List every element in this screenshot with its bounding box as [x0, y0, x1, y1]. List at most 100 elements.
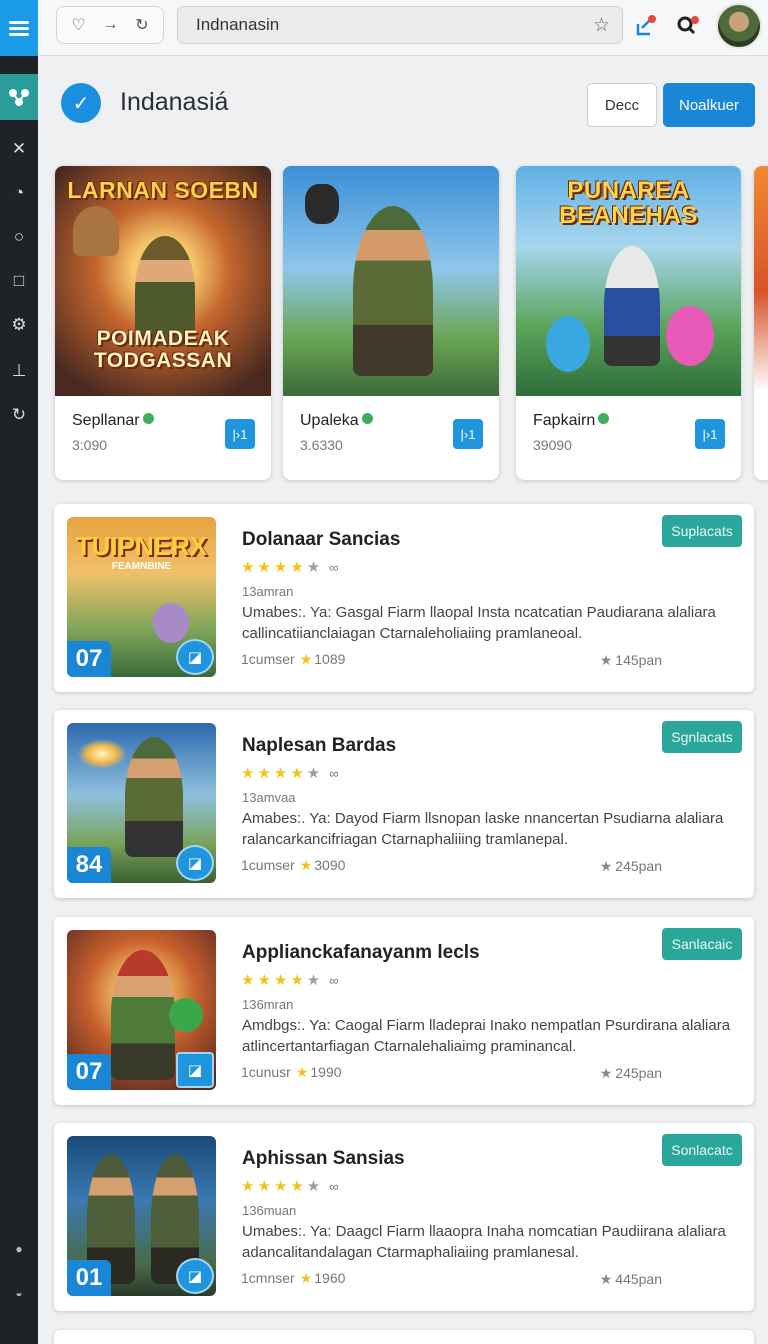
item-meta: 1cumser ★ 3090 [241, 857, 346, 873]
item-thumbnail: 07 ◪ [67, 930, 216, 1090]
item-title[interactable]: Aphissan Sansias [242, 1148, 405, 1170]
browser-toolbar: ♡ → ↻ Indnanasin ☆ [38, 0, 768, 56]
fist-figure [305, 184, 339, 224]
featured-count: 39090 [533, 437, 572, 453]
play-button[interactable]: |›1 [453, 419, 483, 449]
item-description: Umabes:. Ya: Daagcl Fiarm llaaopra Inaha… [242, 1223, 726, 1261]
reload-icon[interactable]: ↻ [135, 15, 148, 35]
featured-card[interactable]: PUNAREA BEANEHAS Fapkairn 39090 |›1 [516, 166, 741, 480]
featured-art [283, 166, 499, 396]
star-icon: ★ [599, 652, 613, 668]
featured-art-title: LARNAN SOEBN [67, 177, 259, 203]
item-title[interactable]: Applianckafanayanm lecls [242, 942, 480, 964]
featured-count: 3:090 [72, 437, 108, 453]
play-button[interactable]: |›1 [695, 419, 725, 449]
item-tag-button[interactable]: Suplacats [662, 515, 742, 547]
trend-chart-icon[interactable]: ◪ [176, 1052, 214, 1088]
rank-badge: 07 [67, 1054, 111, 1090]
item-description: Amdbgs:. Ya: Caogal Fiarm lladeprai Inak… [242, 1017, 731, 1055]
rating-stars: ★★★★★ ∞ [241, 1178, 339, 1195]
page-title: Indanasiá [120, 88, 229, 116]
more-icon: ∞ [329, 766, 339, 781]
item-thumbnail: TUIPNERX FEAMNBINE 07 ◪ [67, 517, 216, 677]
rating-stars: ★★★★★ ∞ [241, 765, 339, 782]
list-item[interactable]: 07 ◪ Applianckafanayanm lecls ★★★★★ ∞ 136… [54, 917, 754, 1105]
rating-stars: ★★★★★ ∞ [241, 972, 339, 989]
featured-count: 3.6330 [300, 437, 343, 453]
item-rating-count: ★ 145pan [599, 652, 662, 668]
share-icon[interactable] [632, 12, 660, 40]
soldier-figure [125, 737, 183, 857]
trend-chart-icon[interactable]: ◪ [176, 639, 214, 675]
item-thumbnail: 84 ◪ [67, 723, 216, 883]
search-notification-icon[interactable] [674, 12, 702, 40]
menu-icon [9, 26, 29, 30]
play-button[interactable]: |›1 [225, 419, 255, 449]
primary-button[interactable]: Noalkuer [663, 83, 755, 127]
share-nodes-icon [9, 89, 29, 106]
list-item[interactable]: 01 ◪ Aphissan Sansias ★★★★★ ∞ 136muan Uma… [54, 1123, 754, 1311]
address-bar[interactable]: Indnanasin ☆ [177, 6, 623, 44]
featured-name: Fapkairn [533, 412, 610, 430]
item-rating-count: ★ 245pan [599, 858, 662, 874]
item-meta: 1cunusr ★ 1990 [241, 1064, 342, 1080]
item-subtitle: 136mran [242, 997, 294, 1012]
featured-card[interactable]: Upaleka 3.6330 |›1 [283, 166, 499, 480]
trend-chart-icon[interactable]: ◪ [176, 845, 214, 881]
trend-chart-icon[interactable]: ◪ [176, 1258, 214, 1294]
menu-button[interactable] [0, 0, 38, 56]
square-icon[interactable]: □ [0, 269, 38, 293]
star-icon: ★ [299, 1270, 313, 1286]
creature-figure [153, 603, 189, 643]
creature-figure [546, 316, 590, 372]
item-title[interactable]: Dolanaar Sancias [242, 529, 400, 551]
user-avatar[interactable] [716, 3, 762, 49]
rank-badge: 84 [67, 847, 111, 883]
circle-icon[interactable]: ○ [0, 225, 38, 249]
shield-figure [169, 998, 203, 1032]
refresh-icon[interactable]: ↻ [0, 403, 38, 427]
dot-icon[interactable]: ● [0, 1237, 38, 1261]
forward-icon[interactable]: → [102, 16, 118, 34]
item-meta: 1cmnser ★ 1960 [241, 1270, 346, 1286]
list-item[interactable]: TUIPNERX FEAMNBINE 07 ◪ Dolanaar Sancias… [54, 504, 754, 692]
verified-icon [598, 413, 610, 424]
item-tag-button[interactable]: Sonlacatc [662, 1134, 742, 1166]
rail-item-active[interactable] [0, 74, 38, 120]
side-rail: ✕ ◔ ○ □ ⚙ ⊥ ↻ ● ◒ [0, 0, 38, 1344]
secondary-button[interactable]: Decc [587, 83, 657, 127]
star-icon[interactable]: ☆ [593, 14, 610, 37]
puzzle-icon[interactable]: ⚙ [0, 313, 38, 337]
list-item[interactable]: 84 ◪ Naplesan Bardas ★★★★★ ∞ 13amvaa Amab… [54, 710, 754, 898]
rating-stars: ★★★★★ ∞ [241, 559, 339, 576]
verified-icon [361, 413, 373, 424]
list-item-peek[interactable] [54, 1330, 754, 1344]
item-rating-count: ★ 445pan [599, 1271, 662, 1287]
item-tag-button[interactable]: Sgnlacats [662, 721, 742, 753]
rank-badge: 07 [67, 641, 111, 677]
nav-buttons: ♡ → ↻ [56, 6, 164, 44]
dial-icon[interactable]: ◔ [0, 181, 38, 205]
star-icon: ★ [295, 1064, 309, 1080]
more-icon: ∞ [329, 560, 339, 575]
star-icon: ★ [299, 651, 313, 667]
item-meta: 1cumser ★ 1089 [241, 651, 346, 667]
featured-card-peek[interactable] [754, 166, 768, 480]
soldier-figure [353, 206, 433, 376]
heart-icon[interactable]: ♡ [71, 15, 85, 35]
blast-effect [77, 739, 127, 769]
url-text[interactable]: Indnanasin [196, 15, 593, 35]
more-icon: ∞ [329, 1179, 339, 1194]
featured-art: PUNAREA BEANEHAS [516, 166, 741, 396]
rank-badge: 01 [67, 1260, 111, 1296]
item-subtitle: 13amran [242, 584, 294, 599]
featured-art-subtitle: POIMADEAK TODGASSAN [93, 327, 233, 373]
item-title[interactable]: Naplesan Bardas [242, 735, 396, 757]
close-icon[interactable]: ✕ [0, 137, 38, 161]
item-tag-button[interactable]: Sanlacaic [662, 928, 742, 960]
featured-card[interactable]: LARNAN SOEBN POIMADEAK TODGASSAN Sepllan… [55, 166, 271, 480]
warrior-figure [111, 950, 175, 1080]
power-icon[interactable]: ◒ [0, 1281, 38, 1305]
star-icon: ★ [299, 857, 313, 873]
bar-icon[interactable]: ⊥ [0, 359, 38, 383]
